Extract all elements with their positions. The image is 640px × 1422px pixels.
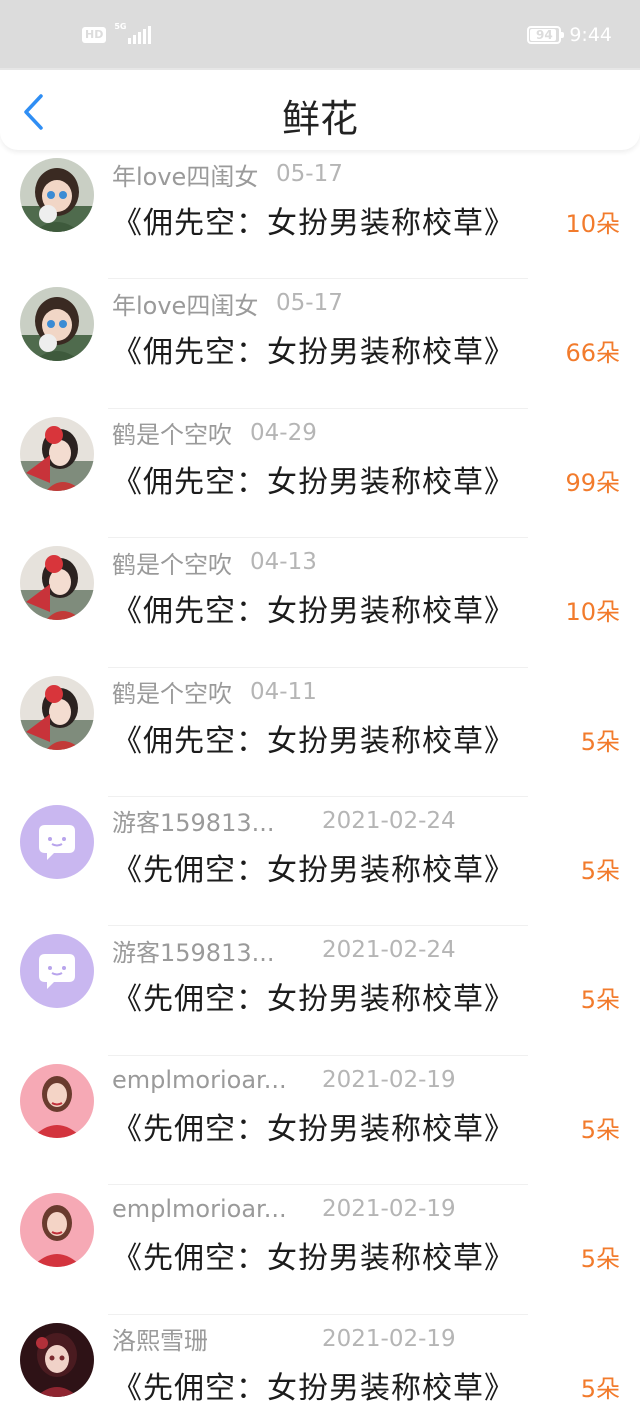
username[interactable]: emplmorioar... xyxy=(112,1066,287,1094)
guest-avatar xyxy=(20,934,94,1009)
list-item[interactable]: emplmorioar... 2021-02-19 《先佣空：女扮男装称校草》 5朵 xyxy=(0,1056,640,1186)
list-item[interactable]: emplmorioar... 2021-02-19 《先佣空：女扮男装称校草》 5朵 xyxy=(0,1185,640,1315)
username[interactable]: 年love四闺女 xyxy=(112,157,258,192)
record-meta: 洛熙雪珊 xyxy=(112,1323,208,1355)
record-date: 05-17 xyxy=(276,161,343,187)
girl-fan-avatar xyxy=(20,546,94,621)
record-meta: 鹤是个空吹 xyxy=(112,545,232,580)
avatar[interactable] xyxy=(20,287,94,362)
record-date: 2021-02-19 xyxy=(322,1196,456,1223)
hd-badge: HD xyxy=(82,27,107,43)
record-meta: 游客159813... xyxy=(112,805,275,837)
girl-dark-red-avatar xyxy=(20,1322,94,1397)
clock: 9:44 xyxy=(569,24,612,46)
record-date: 2021-02-19 xyxy=(322,1066,456,1093)
record-date: 04-29 xyxy=(250,419,317,446)
status-bar: HD 5G 94 9:44 xyxy=(0,0,640,68)
list-item[interactable]: 鹤是个空吹 04-29 《佣先空：女扮男装称校草》 99朵 xyxy=(0,409,640,539)
username[interactable]: emplmorioar... xyxy=(112,1195,287,1223)
avatar[interactable] xyxy=(20,1063,94,1138)
page-title: 鲜花 xyxy=(281,97,358,141)
username[interactable]: 游客159813... xyxy=(112,933,275,968)
flower-count: 99朵 xyxy=(565,468,620,497)
status-right-group: 94 9:44 xyxy=(527,24,612,46)
username[interactable]: 年love四闺女 xyxy=(112,286,258,321)
avatar[interactable] xyxy=(20,546,94,621)
girl-red-sweater-avatar xyxy=(20,1063,94,1138)
flower-count: 10朵 xyxy=(565,598,620,627)
status-left-group: HD 5G xyxy=(82,22,152,44)
list-item[interactable]: 鹤是个空吹 04-11 《佣先空：女扮男装称校草》 5朵 xyxy=(0,668,640,798)
list-item[interactable]: 洛熙雪珊 2021-02-19 《先佣空：女扮男装称校草》 5朵 xyxy=(0,1315,640,1422)
girl-red-sweater-avatar xyxy=(20,1193,94,1268)
list-item[interactable]: 鹤是个空吹 04-13 《佣先空：女扮男装称校草》 10朵 xyxy=(0,538,640,668)
battery-icon: 94 xyxy=(527,26,565,44)
record-meta: emplmorioar... xyxy=(112,1064,287,1096)
flower-count: 5朵 xyxy=(580,1245,620,1274)
book-title: 《先佣空：女扮男装称校草》 xyxy=(112,1370,515,1406)
record-date: 2021-02-19 xyxy=(322,1325,456,1352)
avatar[interactable] xyxy=(20,158,94,232)
record-date: 04-13 xyxy=(250,549,317,576)
record-date: 05-17 xyxy=(276,290,343,317)
girl-fan-avatar xyxy=(20,675,94,750)
flower-count: 5朵 xyxy=(580,1374,620,1403)
book-title: 《先佣空：女扮男装称校草》 xyxy=(112,1241,515,1277)
avatar[interactable] xyxy=(20,675,94,750)
flower-count: 5朵 xyxy=(580,727,620,756)
avatar[interactable] xyxy=(20,804,94,879)
record-meta: 年love四闺女 xyxy=(112,157,258,192)
list-item[interactable]: 游客159813... 2021-02-24 《先佣空：女扮男装称校草》 5朵 xyxy=(0,797,640,927)
book-title: 《佣先空：女扮男装称校草》 xyxy=(112,594,515,630)
book-title: 《先佣空：女扮男装称校草》 xyxy=(112,982,515,1018)
book-title: 《先佣空：女扮男装称校草》 xyxy=(112,1111,515,1147)
book-title: 《佣先空：女扮男装称校草》 xyxy=(112,464,515,500)
record-date: 04-11 xyxy=(250,678,317,705)
username[interactable]: 鹤是个空吹 xyxy=(112,415,232,450)
avatar[interactable] xyxy=(20,1322,94,1397)
signal-icon: 5G xyxy=(114,22,152,44)
girl-green-avatar xyxy=(20,158,94,232)
guest-avatar xyxy=(20,804,94,879)
avatar[interactable] xyxy=(20,1193,94,1268)
flower-count: 5朵 xyxy=(580,986,620,1015)
record-meta: emplmorioar... xyxy=(112,1193,287,1225)
network-type: 5G xyxy=(114,22,127,31)
book-title: 《先佣空：女扮男装称校草》 xyxy=(112,852,515,888)
list-item[interactable]: 游客159813... 2021-02-24 《先佣空：女扮男装称校草》 5朵 xyxy=(0,926,640,1057)
flower-count: 10朵 xyxy=(565,210,620,238)
record-date: 2021-02-24 xyxy=(322,937,456,964)
flower-count: 5朵 xyxy=(580,856,620,885)
username[interactable]: 游客159813... xyxy=(112,803,275,838)
record-meta: 年love四闺女 xyxy=(112,286,258,321)
flower-record-list: 年love四闺女 05-17 《佣先空：女扮男装称校草》 10朵 年love四闺女 05… xyxy=(0,150,640,1422)
list-item[interactable]: 年love四闺女 05-17 《佣先空：女扮男装称校草》 10朵 xyxy=(0,150,640,280)
record-date: 2021-02-24 xyxy=(322,807,456,834)
book-title: 《佣先空：女扮男装称校草》 xyxy=(112,206,515,241)
girl-fan-avatar xyxy=(20,416,94,491)
battery-percent: 94 xyxy=(535,28,553,42)
username[interactable]: 鹤是个空吹 xyxy=(112,674,232,709)
record-meta: 鹤是个空吹 xyxy=(112,417,232,449)
header: 鲜花 xyxy=(0,68,640,150)
flower-count: 5朵 xyxy=(580,1115,620,1144)
username[interactable]: 鹤是个空吹 xyxy=(112,545,232,580)
flower-count: 66朵 xyxy=(565,339,620,368)
record-meta: 鹤是个空吹 xyxy=(112,676,232,708)
username[interactable]: 洛熙雪珊 xyxy=(112,1321,208,1356)
record-meta: 游客159813... xyxy=(112,933,275,968)
book-title: 《佣先空：女扮男装称校草》 xyxy=(112,723,515,759)
avatar[interactable] xyxy=(20,416,94,491)
book-title: 《佣先空：女扮男装称校草》 xyxy=(112,335,515,371)
girl-green-avatar xyxy=(20,287,94,362)
list-item[interactable]: 年love四闺女 05-17 《佣先空：女扮男装称校草》 66朵 xyxy=(0,279,640,410)
avatar[interactable] xyxy=(20,934,94,1009)
